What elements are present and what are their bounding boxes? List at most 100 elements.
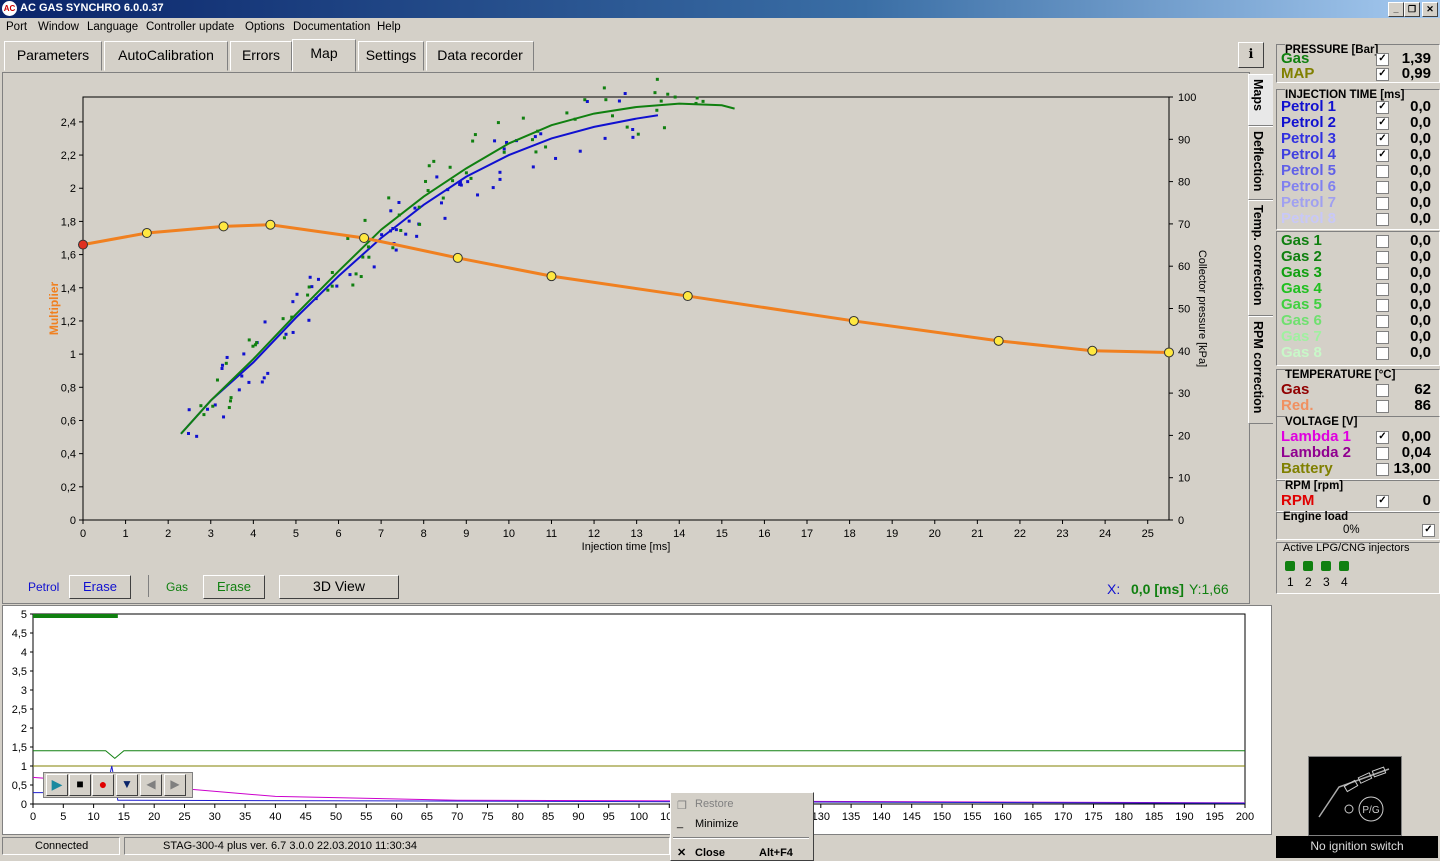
tab-parameters[interactable]: Parameters [4, 41, 102, 71]
scatter-point [655, 77, 659, 81]
scatter-point [533, 135, 537, 139]
vtab-rpm-correction[interactable]: RPM correction [1248, 316, 1274, 424]
row-label: Petrol 4 [1281, 146, 1337, 163]
scatter-point [211, 404, 215, 408]
multiplier-point[interactable] [78, 239, 88, 250]
erase-petrol-button[interactable]: Erase [69, 575, 131, 599]
record-icon[interactable]: ● [92, 774, 114, 796]
multiplier-point[interactable] [218, 221, 229, 232]
scatter-point [222, 415, 226, 419]
map-chart[interactable]: 0 1 2 3 4 5 6 7 8 9 10 11 12 13 14 15 16 17 18 19 20 21 22 23 24… [3, 73, 1249, 603]
recorder-plot-area [32, 613, 1246, 805]
menu-window[interactable]: Window [38, 21, 79, 33]
row-checkbox[interactable] [1376, 347, 1389, 360]
row-checkbox[interactable]: ✓ [1376, 53, 1389, 66]
vtab-deflection[interactable]: Deflection [1248, 126, 1274, 200]
y-tick-label: 3,5 [12, 666, 27, 678]
restore-button[interactable]: ❐ [1404, 2, 1420, 17]
row-checkbox[interactable] [1376, 299, 1389, 312]
row-checkbox[interactable] [1376, 181, 1389, 194]
tab-settings[interactable]: Settings [358, 41, 424, 71]
row-checkbox[interactable] [1376, 213, 1389, 226]
row-checkbox[interactable] [1376, 447, 1389, 460]
engine-load-checkbox[interactable]: ✓ [1422, 524, 1435, 537]
bookmark-icon[interactable]: ▼ [116, 774, 138, 796]
multiplier-point[interactable] [546, 271, 557, 282]
ctx-close[interactable]: Close [695, 847, 725, 859]
menu-documentation[interactable]: Documentation [293, 21, 370, 33]
play-icon[interactable]: ▶ [46, 774, 68, 796]
multiplier-point[interactable] [141, 228, 152, 239]
x-tick-label: 25 [1142, 528, 1154, 540]
multiplier-point[interactable] [993, 335, 1004, 346]
multiplier-point[interactable] [1164, 347, 1174, 358]
pg-logo: P/G [1362, 805, 1379, 816]
row-checkbox[interactable]: ✓ [1376, 117, 1389, 130]
row-checkbox[interactable]: ✓ [1376, 68, 1389, 81]
stop-icon[interactable]: ■ [69, 774, 91, 796]
row-checkbox[interactable] [1376, 400, 1389, 413]
row-checkbox[interactable]: ✓ [1376, 495, 1389, 508]
multiplier-point[interactable] [452, 252, 463, 263]
tab-errors[interactable]: Errors [230, 41, 292, 71]
tab-autocalibration[interactable]: AutoCalibration [104, 41, 228, 71]
next-icon[interactable]: ▶ [164, 774, 186, 796]
scatter-point [531, 165, 535, 169]
menu-port[interactable]: Port [6, 21, 27, 33]
row-value: 86 [1414, 397, 1431, 414]
row-checkbox[interactable] [1376, 331, 1389, 344]
scatter-point [617, 99, 621, 103]
row-label: Gas 7 [1281, 328, 1322, 345]
row-checkbox[interactable]: ✓ [1376, 133, 1389, 146]
app-icon[interactable]: AC [2, 1, 17, 16]
row-checkbox[interactable]: ✓ [1376, 101, 1389, 114]
multiplier-point[interactable] [682, 291, 693, 302]
row-label: MAP [1281, 65, 1315, 82]
vtab-maps[interactable]: Maps [1248, 74, 1274, 126]
injectors-section: Active LPG/CNG injectors 1234 [1276, 542, 1440, 594]
scatter-point [330, 284, 334, 288]
menu-language[interactable]: Language [87, 21, 138, 33]
cursor-x-value: 0,0 [ms] [1131, 581, 1184, 597]
vtab-temp-correction[interactable]: Temp. correction [1248, 200, 1274, 316]
multiplier-point[interactable] [1087, 345, 1098, 356]
minimize-button[interactable]: _ [1388, 2, 1404, 17]
recorder-chart[interactable]: 0 5 10 15 20 25 30 35 40 45 50 55 60 65 70 75 80 85 90 95 10… [3, 606, 1271, 834]
3d-view-button[interactable]: 3D View [279, 575, 399, 599]
ctx-minimize[interactable]: Minimize [695, 818, 738, 830]
row-checkbox[interactable]: ✓ [1376, 431, 1389, 444]
prev-icon[interactable]: ◀ [140, 774, 162, 796]
x-tick-label: 55 [360, 811, 372, 823]
menu-help[interactable]: Help [377, 21, 401, 33]
row-checkbox[interactable] [1376, 267, 1389, 280]
multiplier-point[interactable] [359, 233, 370, 243]
row-checkbox[interactable] [1376, 235, 1389, 248]
tab-map[interactable]: Map [292, 39, 356, 72]
scatter-point [471, 139, 475, 143]
x-tick-label: 16 [758, 528, 770, 540]
scatter-point [695, 96, 699, 100]
row-checkbox[interactable] [1376, 197, 1389, 210]
y2-tick-label: 10 [1178, 473, 1190, 485]
row-checkbox[interactable] [1376, 463, 1389, 476]
scatter-point [227, 406, 231, 410]
tab-data-recorder[interactable]: Data recorder [426, 41, 534, 71]
row-checkbox[interactable] [1376, 384, 1389, 397]
multiplier-point[interactable] [265, 219, 276, 230]
row-checkbox[interactable] [1376, 251, 1389, 264]
info-icon[interactable]: ℹ [1238, 42, 1264, 68]
menu-options[interactable]: Options [245, 21, 285, 33]
menu-controller-update[interactable]: Controller update [146, 21, 234, 33]
ctx-restore[interactable]: Restore [695, 798, 734, 810]
row-label: Petrol 2 [1281, 114, 1337, 131]
row-checkbox[interactable] [1376, 315, 1389, 328]
close-button[interactable]: ✕ [1422, 2, 1438, 17]
y-tick-label: 2 [21, 723, 27, 735]
row-checkbox[interactable] [1376, 283, 1389, 296]
row-checkbox[interactable] [1376, 165, 1389, 178]
scatter-point [565, 111, 569, 115]
multiplier-point[interactable] [848, 315, 859, 326]
erase-gas-button[interactable]: Erase [203, 575, 265, 599]
x-tick-label: 195 [1206, 811, 1224, 823]
row-checkbox[interactable]: ✓ [1376, 149, 1389, 162]
